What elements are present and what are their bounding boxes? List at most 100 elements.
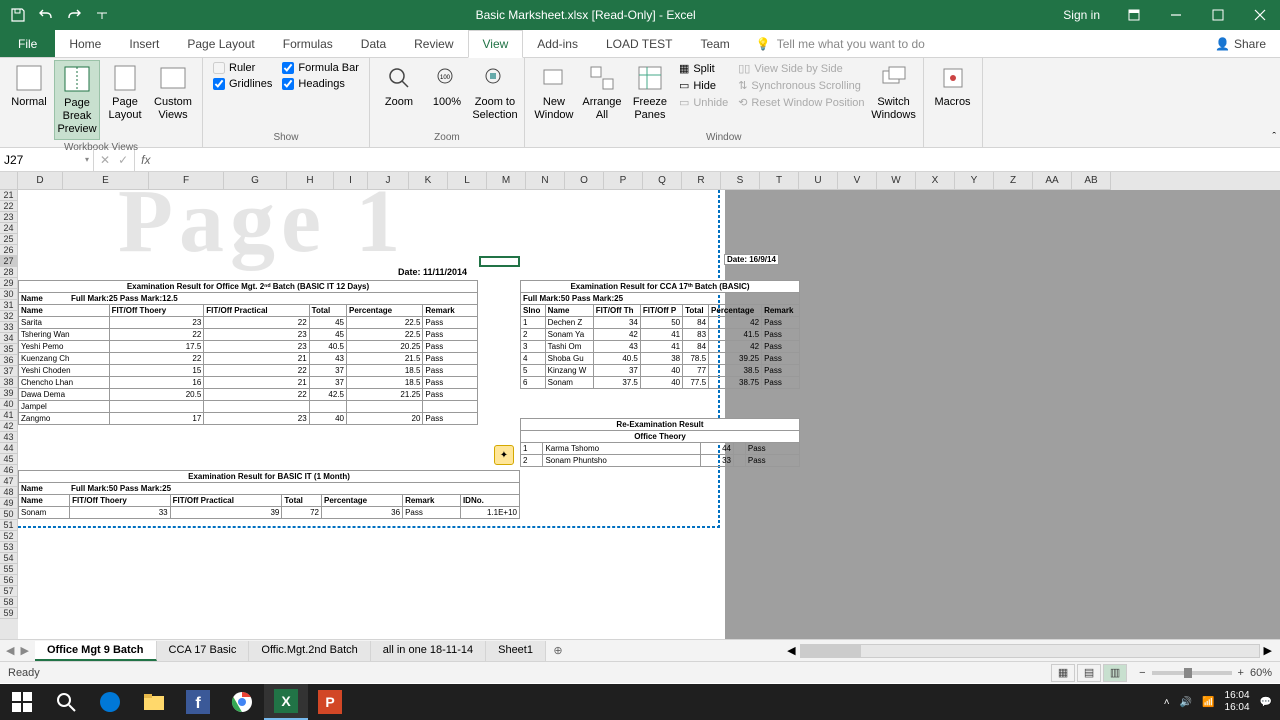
chrome-button[interactable]: [220, 684, 264, 720]
row-header[interactable]: 31: [0, 300, 18, 311]
row-header[interactable]: 48: [0, 487, 18, 498]
row-header[interactable]: 34: [0, 333, 18, 344]
col-header[interactable]: X: [916, 172, 955, 190]
wifi-icon[interactable]: 📶: [1202, 697, 1214, 708]
row-header[interactable]: 37: [0, 366, 18, 377]
redo-button[interactable]: [62, 3, 86, 27]
cells-area[interactable]: Page 1 Date: 11/11/2014 Date: 16/9/14 Ex…: [18, 190, 1280, 639]
new-window-button[interactable]: New Window: [531, 60, 577, 124]
row-header[interactable]: 47: [0, 476, 18, 487]
row-header[interactable]: 28: [0, 267, 18, 278]
col-header[interactable]: W: [877, 172, 916, 190]
add-sheet-button[interactable]: ⊕: [546, 644, 570, 657]
col-header[interactable]: O: [565, 172, 604, 190]
row-header[interactable]: 44: [0, 443, 18, 454]
col-header[interactable]: AB: [1072, 172, 1111, 190]
col-header[interactable]: Q: [643, 172, 682, 190]
edge-button[interactable]: [88, 684, 132, 720]
row-header[interactable]: 46: [0, 465, 18, 476]
col-header[interactable]: P: [604, 172, 643, 190]
powerpoint-button[interactable]: P: [308, 684, 352, 720]
row-header[interactable]: 29: [0, 278, 18, 289]
row-header[interactable]: 53: [0, 542, 18, 553]
row-header[interactable]: 54: [0, 553, 18, 564]
col-header[interactable]: J: [368, 172, 409, 190]
save-button[interactable]: [6, 3, 30, 27]
col-header[interactable]: H: [287, 172, 334, 190]
col-header[interactable]: F: [149, 172, 224, 190]
volume-icon[interactable]: 🔊: [1180, 697, 1192, 708]
row-header[interactable]: 26: [0, 245, 18, 256]
row-header[interactable]: 25: [0, 234, 18, 245]
col-header[interactable]: R: [682, 172, 721, 190]
horizontal-scrollbar[interactable]: ◀ ▶: [570, 644, 1280, 658]
macros-button[interactable]: Macros: [930, 60, 976, 111]
col-header[interactable]: L: [448, 172, 487, 190]
sheet-nav-next-icon[interactable]: ▶: [20, 644, 28, 657]
row-header[interactable]: 21: [0, 190, 18, 201]
ruler-checkbox[interactable]: Ruler: [209, 60, 276, 76]
sync-scroll-button[interactable]: ⇅Synchronous Scrolling: [734, 77, 868, 94]
side-by-side-button[interactable]: ▯▯View Side by Side: [734, 60, 868, 77]
excel-button[interactable]: X: [264, 684, 308, 720]
row-header[interactable]: 22: [0, 201, 18, 212]
zoom-button[interactable]: Zoom: [376, 60, 422, 111]
row-header[interactable]: 59: [0, 608, 18, 619]
undo-button[interactable]: [34, 3, 58, 27]
col-header[interactable]: Y: [955, 172, 994, 190]
row-header[interactable]: 32: [0, 311, 18, 322]
name-box[interactable]: J27: [0, 148, 94, 171]
row-header[interactable]: 51: [0, 520, 18, 531]
row-header[interactable]: 50: [0, 509, 18, 520]
row-header[interactable]: 41: [0, 410, 18, 421]
tab-add-ins[interactable]: Add-ins: [523, 30, 592, 57]
row-header[interactable]: 56: [0, 575, 18, 586]
col-header[interactable]: D: [18, 172, 63, 190]
column-headers[interactable]: DEFGHIJKLMNOPQRSTUVWXYZAAAB: [0, 172, 1280, 190]
sheet-tab[interactable]: CCA 17 Basic: [157, 641, 250, 661]
col-header[interactable]: G: [224, 172, 287, 190]
normal-shortcut[interactable]: ▦: [1051, 664, 1075, 682]
row-header[interactable]: 49: [0, 498, 18, 509]
cancel-formula-icon[interactable]: ✕: [100, 153, 110, 167]
row-header[interactable]: 23: [0, 212, 18, 223]
col-header[interactable]: M: [487, 172, 526, 190]
share-button[interactable]: 👤 Share: [1201, 30, 1280, 57]
row-header[interactable]: 35: [0, 344, 18, 355]
zoom-slider[interactable]: [1152, 671, 1232, 675]
tab-file[interactable]: File: [0, 30, 55, 57]
page-break-shortcut[interactable]: ▥: [1103, 664, 1127, 682]
row-header[interactable]: 24: [0, 223, 18, 234]
qat-customize-icon[interactable]: [90, 3, 114, 27]
collapse-ribbon-icon[interactable]: ˆ: [1272, 131, 1276, 143]
ribbon-display-options[interactable]: [1114, 0, 1154, 30]
row-header[interactable]: 58: [0, 597, 18, 608]
notifications-icon[interactable]: 💬: [1260, 697, 1272, 708]
tray-chevron-icon[interactable]: ˄: [1164, 697, 1170, 708]
row-header[interactable]: 55: [0, 564, 18, 575]
arrange-all-button[interactable]: Arrange All: [579, 60, 625, 124]
col-header[interactable]: U: [799, 172, 838, 190]
col-header[interactable]: Z: [994, 172, 1033, 190]
row-header[interactable]: 39: [0, 388, 18, 399]
tab-insert[interactable]: Insert: [115, 30, 173, 57]
search-button[interactable]: [44, 684, 88, 720]
col-header[interactable]: T: [760, 172, 799, 190]
switch-windows-button[interactable]: Switch Windows: [871, 60, 917, 124]
tell-me-search[interactable]: 💡 Tell me what you want to do: [744, 30, 1201, 57]
zoom-100-button[interactable]: 100100%: [424, 60, 470, 111]
enter-formula-icon[interactable]: ✓: [118, 153, 128, 167]
unhide-button[interactable]: ▭Unhide: [675, 94, 732, 111]
col-header[interactable]: S: [721, 172, 760, 190]
tab-formulas[interactable]: Formulas: [269, 30, 347, 57]
tab-load-test[interactable]: LOAD TEST: [592, 30, 686, 57]
zoom-out-button[interactable]: −: [1139, 667, 1145, 679]
normal-view-button[interactable]: Normal: [6, 60, 52, 111]
row-header[interactable]: 43: [0, 432, 18, 443]
tab-data[interactable]: Data: [347, 30, 400, 57]
page-break-preview-button[interactable]: Page Break Preview: [54, 60, 100, 140]
row-header[interactable]: 27: [0, 256, 18, 267]
headings-checkbox[interactable]: Headings: [278, 76, 363, 92]
formula-input[interactable]: [156, 148, 1280, 171]
tab-view[interactable]: View: [468, 30, 524, 58]
